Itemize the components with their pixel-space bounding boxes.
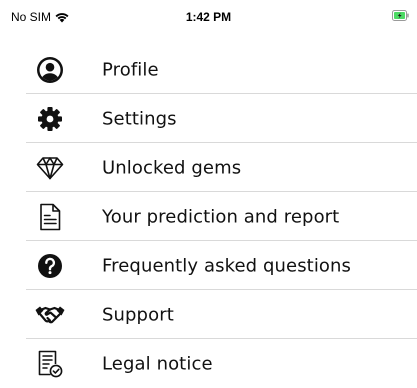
settings-menu: Profile Settings Unlocked gems Your pred… (0, 45, 417, 388)
menu-item-label: Legal notice (102, 353, 213, 374)
menu-item-support[interactable]: Support (0, 290, 417, 339)
menu-item-profile[interactable]: Profile (0, 45, 417, 94)
menu-item-faq[interactable]: Frequently asked questions (0, 241, 417, 290)
gear-icon (35, 104, 65, 134)
menu-item-label: Support (102, 304, 174, 325)
battery-icon (392, 10, 409, 21)
menu-item-prediction-report[interactable]: Your prediction and report (0, 192, 417, 241)
handshake-icon (35, 300, 65, 330)
question-icon (35, 251, 65, 281)
profile-icon (35, 55, 65, 85)
status-bar: No SIM 1:42 PM (0, 0, 417, 36)
menu-item-label: Frequently asked questions (102, 255, 352, 276)
menu-item-label: Your prediction and report (102, 206, 340, 227)
menu-item-settings[interactable]: Settings (0, 94, 417, 143)
menu-item-unlocked-gems[interactable]: Unlocked gems (0, 143, 417, 192)
menu-item-label: Profile (102, 59, 159, 80)
menu-item-legal-notice[interactable]: Legal notice (0, 339, 417, 388)
legal-document-icon (35, 349, 65, 379)
status-time: 1:42 PM (185, 10, 232, 24)
document-icon (35, 202, 65, 232)
gem-icon (35, 153, 65, 183)
menu-item-label: Settings (102, 108, 177, 129)
menu-item-label: Unlocked gems (102, 157, 242, 178)
